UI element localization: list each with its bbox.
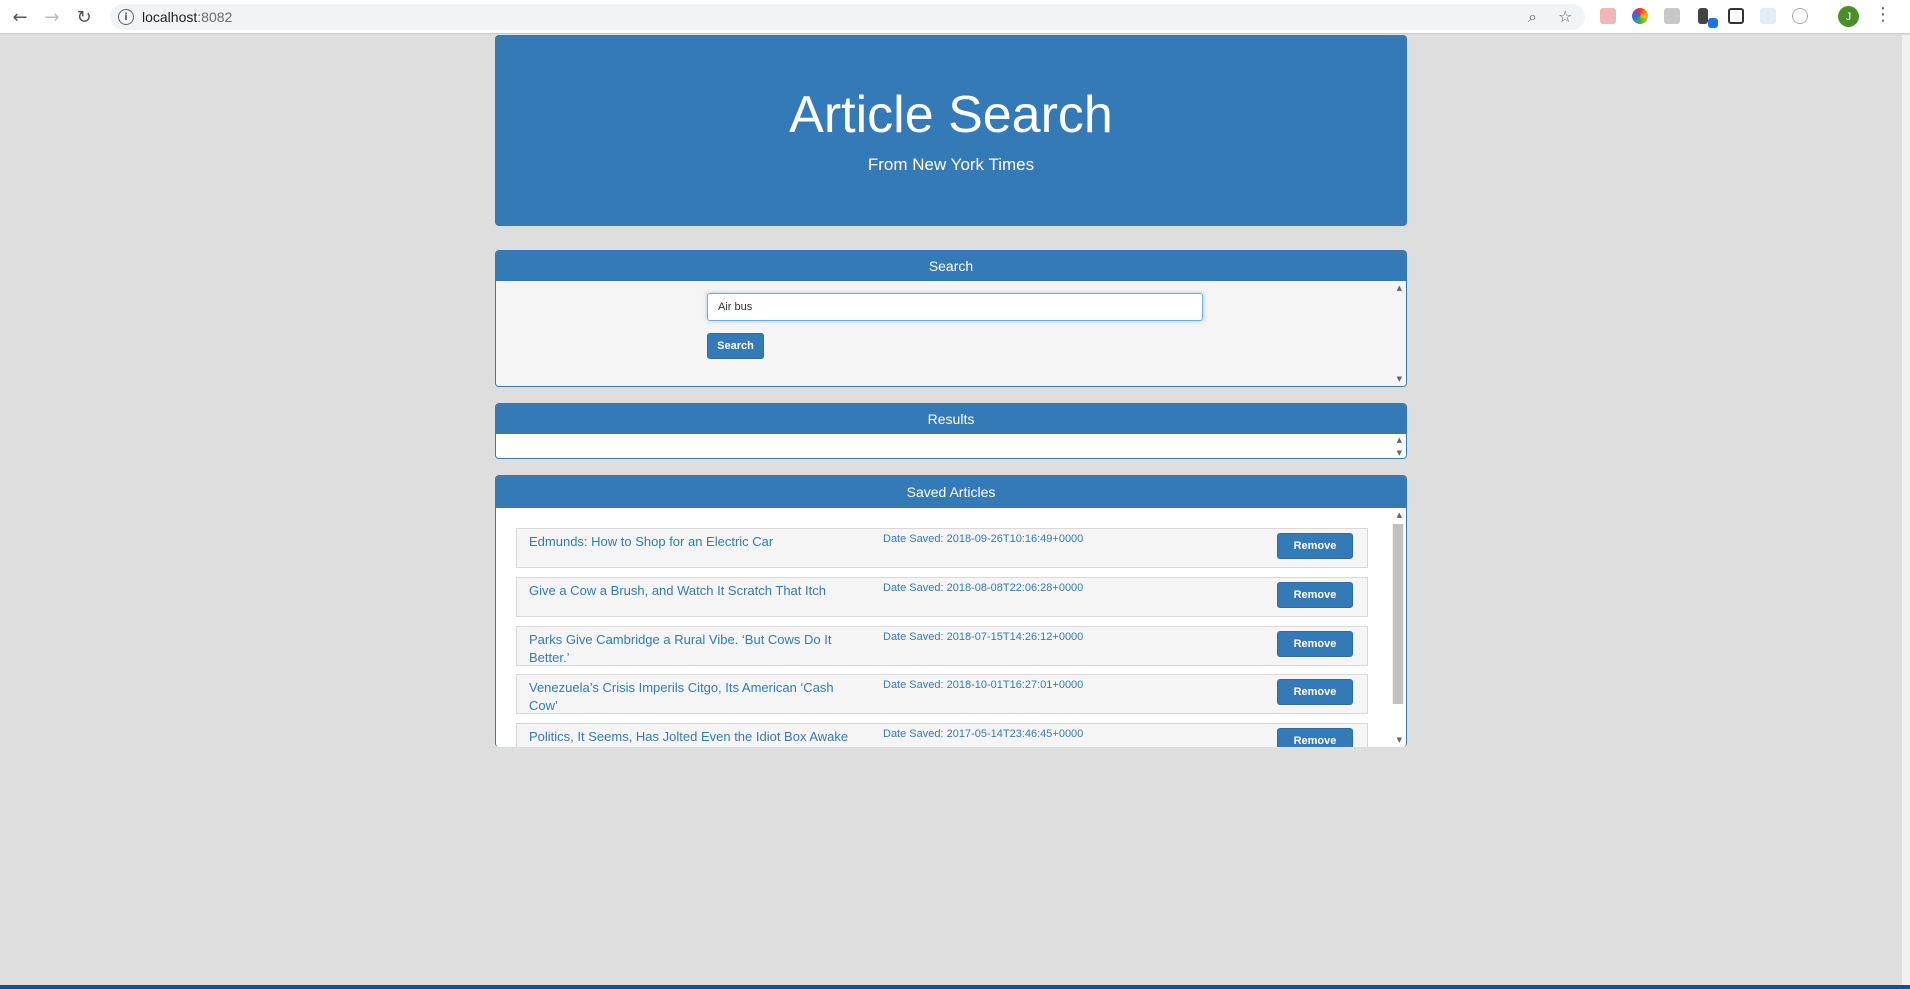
saved-articles-scrollbar[interactable] [1392,524,1404,704]
url-text[interactable]: localhost:8082 [142,9,232,25]
eyedropper-extension-icon[interactable] [1698,8,1708,24]
scroll-up-arrow-icon[interactable]: ▲ [1397,284,1402,292]
search-panel-body: Air bus Search ▲ ▼ [496,281,1406,386]
article-date-saved: Date Saved: 2018-09-26T10:16:49+0000 [883,533,1084,545]
scroll-up-arrow-icon[interactable]: ▲ [1397,436,1402,444]
results-panel-body[interactable]: ▲ ▼ [496,434,1406,458]
scroll-up-arrow-icon[interactable]: ▲ [1397,511,1402,519]
search-button[interactable]: Search [707,333,764,359]
scrollbar-thumb[interactable] [1393,524,1403,704]
search-input[interactable]: Air bus [707,293,1203,321]
page-header: Article Search From New York Times [495,35,1407,226]
color-wheel-extension-icon[interactable] [1632,8,1648,24]
article-title-link[interactable]: Give a Cow a Brush, and Watch It Scratch… [529,582,859,600]
screenshot-extension-icon[interactable] [1728,8,1744,24]
saved-article-item: Edmunds: How to Shop for an Electric Car… [516,528,1368,568]
remove-button[interactable]: Remove [1277,631,1353,657]
scroll-down-arrow-icon[interactable]: ▼ [1397,375,1402,383]
remove-button[interactable]: Remove [1277,582,1353,608]
results-panel: Results ▲ ▼ [495,403,1407,459]
saved-articles-body: Edmunds: How to Shop for an Electric Car… [496,508,1406,747]
article-date-saved: Date Saved: 2017-05-14T23:46:45+0000 [883,728,1084,740]
extension-icon[interactable] [1760,8,1776,24]
results-panel-heading: Results [496,404,1406,434]
page-subtitle: From New York Times [867,155,1035,174]
extension-icon[interactable] [1664,8,1680,24]
remove-button[interactable]: Remove [1277,728,1353,747]
browser-toolbar: ← → ↻ i localhost:8082 ⌕ ☆ J ⋮ [0,0,1910,34]
extension-badge-icon [1708,18,1718,28]
saved-articles-heading: Saved Articles [496,476,1406,508]
article-title-link[interactable]: Venezuela’s Crisis Imperils Citgo, Its A… [529,679,859,715]
article-date-saved: Date Saved: 2018-10-01T16:27:01+0000 [883,679,1084,691]
search-panel: Search Air bus Search ▲ ▼ [495,250,1407,387]
saved-articles-panel: Saved Articles Edmunds: How to Shop for … [495,475,1407,747]
taskbar-edge [0,985,1910,989]
article-date-saved: Date Saved: 2018-07-15T14:26:12+0000 [883,631,1084,643]
scroll-down-arrow-icon[interactable]: ▼ [1397,449,1402,457]
window-scrollbar[interactable] [1902,35,1910,989]
zoom-icon[interactable]: ⌕ [1528,7,1537,27]
saved-article-item: Give a Cow a Brush, and Watch It Scratch… [516,577,1368,617]
saved-article-item: Venezuela’s Crisis Imperils Citgo, Its A… [516,674,1368,714]
reload-icon[interactable]: ↻ [72,5,96,29]
saved-article-item: Parks Give Cambridge a Rural Vibe. ‘But … [516,626,1368,666]
article-date-saved: Date Saved: 2018-08-08T22:06:28+0000 [883,582,1084,594]
forward-arrow-icon[interactable]: → [40,5,64,29]
article-title-link[interactable]: Edmunds: How to Shop for an Electric Car [529,533,859,551]
article-title-link[interactable]: Parks Give Cambridge a Rural Vibe. ‘But … [529,631,859,667]
scroll-down-arrow-icon[interactable]: ▼ [1397,736,1402,744]
remove-button[interactable]: Remove [1277,533,1353,559]
remove-button[interactable]: Remove [1277,679,1353,705]
bookmark-star-icon[interactable]: ☆ [1558,7,1572,26]
page-title: Article Search [789,86,1113,144]
extension-icon[interactable] [1600,8,1616,24]
profile-avatar[interactable]: J [1838,6,1859,27]
site-info-icon[interactable]: i [118,9,134,25]
extension-icon[interactable] [1792,8,1808,24]
search-panel-heading: Search [496,251,1406,281]
back-arrow-icon[interactable]: ← [8,5,32,29]
address-bar[interactable]: i localhost:8082 ⌕ ☆ [110,4,1585,30]
saved-article-item: Politics, It Seems, Has Jolted Even the … [516,723,1368,747]
browser-menu-icon[interactable]: ⋮ [1874,4,1892,25]
article-title-link[interactable]: Politics, It Seems, Has Jolted Even the … [529,728,859,746]
